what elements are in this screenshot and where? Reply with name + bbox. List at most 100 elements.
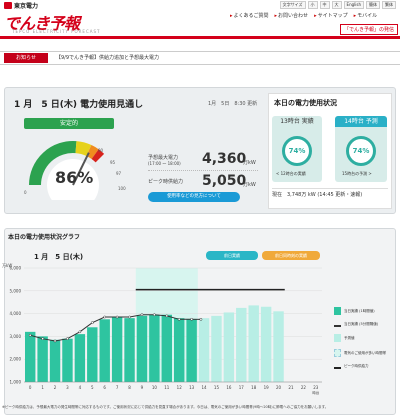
util-link[interactable]: 小 <box>307 1 318 9</box>
actual-bar <box>174 318 185 382</box>
actual-bar <box>161 314 172 382</box>
forecast-rate: 74% <box>346 136 376 166</box>
x-tick-label: 13 <box>189 385 195 390</box>
actual-bar <box>49 339 61 382</box>
actual-bar <box>74 334 86 382</box>
x-tick-label: 20 <box>276 385 282 390</box>
usage-rate: 86% <box>55 168 94 187</box>
x-tick-label: 8 <box>128 385 131 390</box>
tepco-logo[interactable]: 東京電力 <box>4 1 38 10</box>
actual-bar <box>186 319 197 382</box>
current-usage: 現在 3,748万 kW (14:45 更新・速報) <box>272 188 388 200</box>
y-tick-label: 5,000 <box>10 288 22 293</box>
capacity-label: ピーク時供給力 <box>148 179 184 185</box>
actual-card-head: 13時台 実績 <box>280 118 314 125</box>
actual-rate: 74% <box>282 136 312 166</box>
x-tick-label: 6 <box>103 385 106 390</box>
x-tick-label: 18 <box>251 385 257 390</box>
prev-hour-link[interactable]: < 12時台の実績 <box>276 171 306 177</box>
x-tick-label: 1 <box>41 385 44 390</box>
peak-label: 予想最大電力 <box>148 155 179 161</box>
gauge-tick: 100 <box>118 186 126 191</box>
legend-swatch <box>334 307 341 315</box>
actual-5min-point <box>153 313 156 317</box>
actual-5min-point <box>28 333 32 337</box>
prev-day-same-time-button[interactable]: 前日同時刻の実績 <box>262 251 320 260</box>
x-tick-label: 0 <box>29 385 32 390</box>
legend-item: 当日実績 (1時間値) <box>334 307 396 315</box>
brand-info-link[interactable]: 「でんき予報」の発信 <box>339 24 398 35</box>
graph-date: 1 月 5 日(木) <box>34 253 84 261</box>
actual-bar <box>136 315 148 382</box>
gauge-tick: 95 <box>110 160 116 165</box>
actual-bar <box>87 327 98 382</box>
x-tick-label: 7 <box>116 385 119 390</box>
x-tick-label: 14 <box>201 385 207 390</box>
next-hour-link[interactable]: 15時台の予測 > <box>342 171 372 177</box>
util-link[interactable]: 簡体 <box>366 1 380 9</box>
x-tick-label: 11 <box>164 385 170 390</box>
gauge-segment <box>75 141 92 157</box>
notice-link[interactable]: 【9/9でんき予報】供給力追加と予想最大電力 <box>56 54 159 61</box>
chart-legend: 当日実績 (1時間値) 当日実績 (5分間隔値) 予測値 電気のご使用が多い時間… <box>334 307 396 376</box>
legend-swatch <box>334 367 341 369</box>
actual-bar <box>124 318 135 382</box>
actual-5min-point <box>128 315 131 319</box>
forecast-bar <box>236 307 247 382</box>
actual-5min-point <box>115 315 119 319</box>
legend-label: ピーク時供給力 <box>344 364 369 368</box>
legend-swatch <box>334 334 341 342</box>
x-tick-label: 22 <box>301 385 307 390</box>
x-tick-label: 2 <box>54 385 57 390</box>
x-tick-label: 23 <box>313 385 319 390</box>
nav-sitemap[interactable]: サイトマップ <box>314 12 348 19</box>
util-link[interactable]: English <box>343 1 364 9</box>
actual-5min-point <box>177 317 181 321</box>
util-link[interactable]: 繁体 <box>382 1 396 9</box>
tepco-mark-icon <box>4 2 12 9</box>
forecast-bar <box>223 312 235 382</box>
util-link: 文字サイズ <box>279 1 306 9</box>
legend-label: 当日実績 (5分間隔値) <box>344 322 379 326</box>
forecast-bar <box>248 305 259 382</box>
nav-contact[interactable]: お問い合わせ <box>275 12 308 19</box>
nav-faq[interactable]: よくあるご質問 <box>230 12 269 19</box>
peak-time: (17:00 ～ 18:00) <box>148 161 181 166</box>
x-tick-label: 5 <box>91 385 94 390</box>
y-unit: 万kW <box>2 263 12 268</box>
prev-day-button[interactable]: 前日実績 <box>206 251 258 260</box>
actual-bar <box>25 331 36 382</box>
legend-swatch <box>334 349 341 357</box>
actual-5min-point <box>90 321 94 325</box>
peak-unit: 万kW <box>243 160 256 166</box>
how-to-read-button[interactable]: 使用率などの見方について <box>148 192 240 202</box>
actual-5min-point <box>41 337 44 341</box>
forecast-title: 1 月 5 日(木) 電力使用見通し <box>14 100 144 110</box>
forecast-bar <box>211 315 222 382</box>
actual-bar <box>111 317 123 382</box>
x-tick-label: 19 <box>264 385 270 390</box>
actual-bar <box>37 336 48 382</box>
util-link[interactable]: 大 <box>331 1 342 9</box>
actual-5min-point <box>140 313 144 317</box>
gauge-tick: 97 <box>116 171 122 176</box>
legend-label: 電気のご使用が多い時間帯 <box>344 350 386 355</box>
gauge-tick: 90 <box>98 148 104 153</box>
x-tick-label: 17 <box>239 385 245 390</box>
legend-label: 当日実績 (1時間値) <box>344 308 375 313</box>
util-link[interactable]: 中 <box>319 1 330 9</box>
x-tick-label: 4 <box>79 385 82 390</box>
x-tick-label: 12 <box>177 385 183 390</box>
x-tick-label: 10 <box>152 385 158 390</box>
capacity-value: 5,050 <box>202 173 247 189</box>
notice-tag: お知らせ <box>4 53 48 63</box>
actual-5min-point <box>165 314 169 318</box>
usage-gauge: 0 90 95 97 100 <box>24 141 126 200</box>
gauge-tick: 0 <box>24 190 27 195</box>
legend-item: 当日実績 (5分間隔値) <box>334 322 396 327</box>
y-tick-label: 4,000 <box>10 311 22 316</box>
nav-mobile[interactable]: モバイル <box>354 12 377 19</box>
actual-5min-point <box>190 317 193 321</box>
legend-label: 予測値 <box>344 335 355 340</box>
gauge-segment <box>86 145 99 160</box>
